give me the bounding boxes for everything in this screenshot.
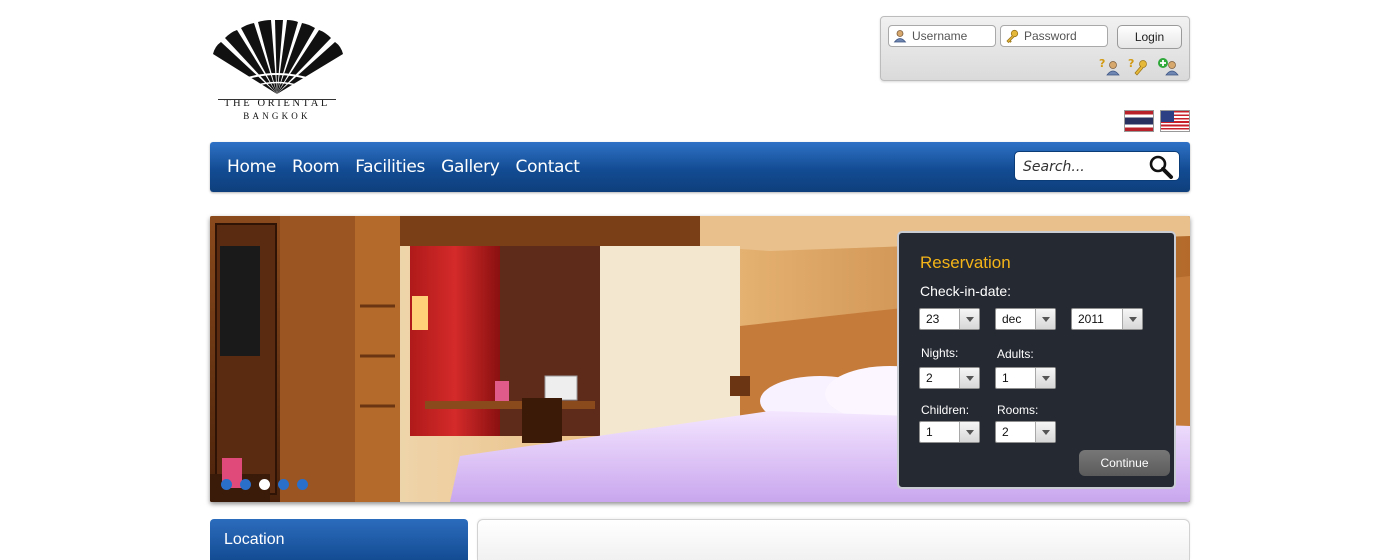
hero-slider: Reservation Check-in-date: 23 dec 2011 N… xyxy=(210,216,1190,502)
checkin-day-select[interactable]: 23 xyxy=(919,308,980,330)
slider-dot[interactable] xyxy=(221,479,232,490)
svg-text:?: ? xyxy=(1099,57,1105,70)
forgot-password-icon[interactable]: ? xyxy=(1127,56,1150,76)
main-content-box xyxy=(477,519,1190,560)
account-help-icons: ? ? xyxy=(1098,56,1179,76)
children-value: 1 xyxy=(926,425,933,439)
slider-dot[interactable] xyxy=(278,479,289,490)
us-flag-canton xyxy=(1161,111,1174,122)
fan-logo-icon xyxy=(213,20,343,94)
username-input[interactable] xyxy=(912,29,992,43)
thai-flag-icon[interactable] xyxy=(1124,110,1154,132)
login-button[interactable]: Login xyxy=(1117,25,1182,49)
hotel-logo[interactable]: THE ORIENTAL BANGKOK xyxy=(210,20,344,130)
chevron-down-icon xyxy=(959,368,979,388)
chevron-down-icon xyxy=(1035,422,1055,442)
chevron-down-icon xyxy=(959,422,979,442)
reservation-panel: Reservation Check-in-date: 23 dec 2011 N… xyxy=(897,231,1176,489)
checkin-day-value: 23 xyxy=(926,312,940,326)
username-field[interactable] xyxy=(888,25,996,47)
rooms-value: 2 xyxy=(1002,425,1009,439)
chevron-down-icon xyxy=(959,309,979,329)
search-icon[interactable] xyxy=(1147,154,1175,180)
reservation-title: Reservation xyxy=(920,253,1011,272)
forgot-username-icon[interactable]: ? xyxy=(1098,56,1121,76)
adults-label: Adults: xyxy=(997,347,1034,361)
chevron-down-icon xyxy=(1122,309,1142,329)
nav-links: Home Room Facilities Gallery Contact xyxy=(227,142,580,192)
nights-select[interactable]: 2 xyxy=(919,367,980,389)
adults-value: 1 xyxy=(1002,371,1009,385)
children-label: Children: xyxy=(921,403,970,417)
key-icon xyxy=(1004,28,1020,44)
nav-item-gallery[interactable]: Gallery xyxy=(441,157,500,177)
nav-item-home[interactable]: Home xyxy=(227,157,276,177)
continue-button[interactable]: Continue xyxy=(1079,450,1170,476)
page: THE ORIENTAL BANGKOK Login ? ? xyxy=(0,0,1400,560)
checkin-year-select[interactable]: 2011 xyxy=(1071,308,1143,330)
checkin-year-value: 2011 xyxy=(1078,312,1104,326)
chevron-down-icon xyxy=(1035,309,1055,329)
nav-item-facilities[interactable]: Facilities xyxy=(355,157,425,177)
password-input[interactable] xyxy=(1024,29,1104,43)
svg-text:?: ? xyxy=(1128,57,1134,70)
password-field[interactable] xyxy=(1000,25,1108,47)
adults-select[interactable]: 1 xyxy=(995,367,1056,389)
location-title: Location xyxy=(224,531,285,548)
slider-dot[interactable] xyxy=(240,479,251,490)
slider-dot[interactable] xyxy=(297,479,308,490)
search-input[interactable] xyxy=(1023,157,1145,177)
nav-item-room[interactable]: Room xyxy=(292,157,340,177)
location-box: Location xyxy=(210,519,468,560)
slider-pagination xyxy=(221,479,308,490)
register-user-icon[interactable] xyxy=(1156,56,1179,76)
nights-value: 2 xyxy=(926,371,933,385)
checkin-month-select[interactable]: dec xyxy=(995,308,1056,330)
nav-item-contact[interactable]: Contact xyxy=(516,157,580,177)
chevron-down-icon xyxy=(1035,368,1055,388)
login-panel: Login ? ? xyxy=(880,16,1190,81)
main-navigation: Home Room Facilities Gallery Contact xyxy=(210,142,1190,192)
slider-dot-active[interactable] xyxy=(259,479,270,490)
rooms-label: Rooms: xyxy=(997,403,1039,417)
rooms-select[interactable]: 2 xyxy=(995,421,1056,443)
nights-label: Nights: xyxy=(921,346,959,360)
checkin-month-value: dec xyxy=(1002,312,1022,326)
logo-city: BANGKOK xyxy=(243,111,311,121)
checkin-label: Check-in-date: xyxy=(920,283,1012,299)
search-box xyxy=(1014,151,1180,181)
user-icon xyxy=(892,28,908,44)
us-flag-icon[interactable] xyxy=(1160,110,1190,132)
logo-rule xyxy=(218,99,336,100)
children-select[interactable]: 1 xyxy=(919,421,980,443)
